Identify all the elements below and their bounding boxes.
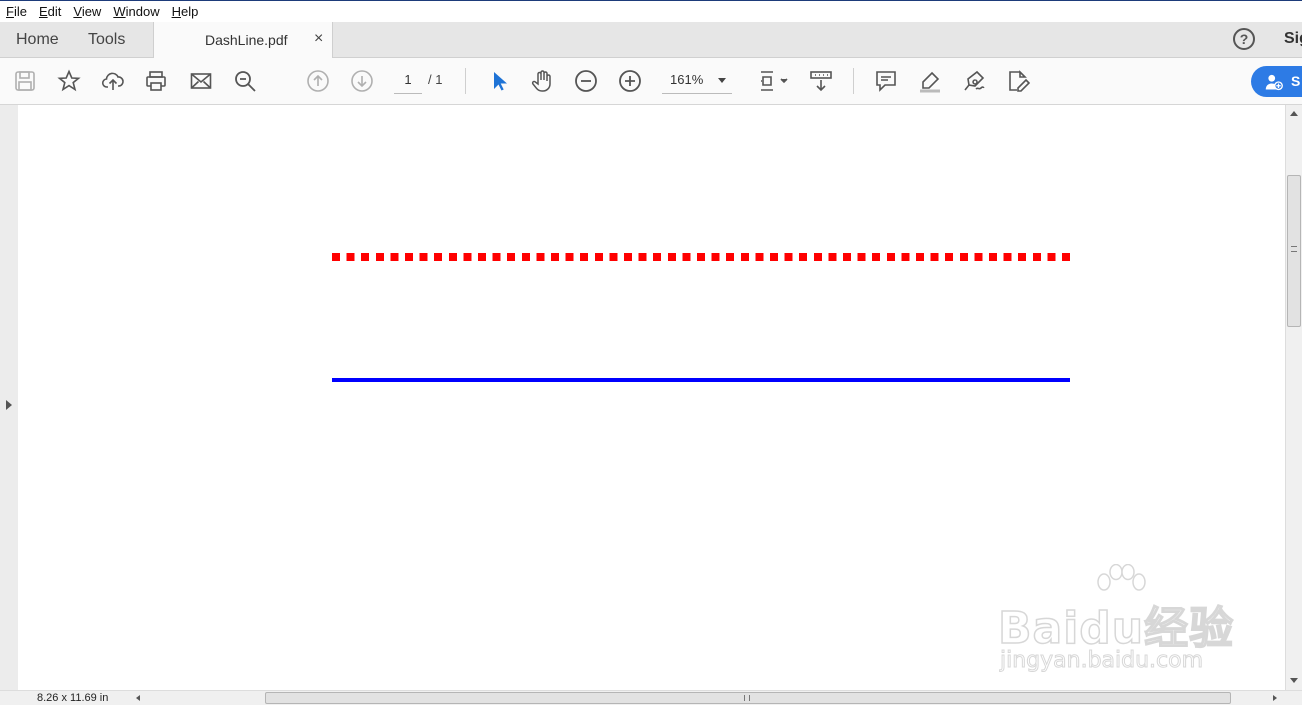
scroll-mode-icon[interactable] xyxy=(808,68,834,94)
next-page-icon[interactable] xyxy=(349,68,375,94)
close-tab-icon[interactable]: × xyxy=(314,30,323,48)
menu-view[interactable]: View xyxy=(67,2,107,22)
menu-bar: File Edit View Window Help xyxy=(0,0,1302,22)
sign-in-link[interactable]: Sig xyxy=(1284,30,1302,48)
scroll-left-icon[interactable] xyxy=(136,695,140,701)
expand-arrow-icon[interactable] xyxy=(6,400,12,410)
left-panel-toggle[interactable] xyxy=(0,105,18,690)
vertical-scrollbar[interactable] xyxy=(1285,105,1302,690)
horizontal-scroll-thumb[interactable] xyxy=(265,692,1231,704)
page-size-label: 8.26 x 11.69 in xyxy=(37,692,109,704)
sign-pen-icon[interactable] xyxy=(961,68,987,94)
toolbar-divider xyxy=(853,68,854,94)
page-fit-icon[interactable] xyxy=(756,68,790,94)
scroll-up-icon[interactable] xyxy=(1290,111,1298,116)
red-dashed-line xyxy=(332,253,1070,261)
save-icon[interactable] xyxy=(12,68,38,94)
select-cursor-icon[interactable] xyxy=(486,68,512,94)
tab-tools[interactable]: Tools xyxy=(88,31,125,49)
page-number-input[interactable]: 1 xyxy=(394,68,422,94)
menu-window[interactable]: Window xyxy=(107,2,165,22)
help-icon[interactable]: ? xyxy=(1233,28,1255,50)
star-icon[interactable] xyxy=(56,68,82,94)
previous-page-icon[interactable] xyxy=(305,68,331,94)
chevron-down-icon xyxy=(718,78,726,83)
toolbar-divider xyxy=(465,68,466,94)
zoom-in-icon[interactable] xyxy=(617,68,643,94)
menu-edit[interactable]: Edit xyxy=(33,2,67,22)
zoom-out-icon[interactable] xyxy=(573,68,599,94)
grip-icon xyxy=(744,695,750,701)
zoom-value: 161% xyxy=(670,72,704,87)
print-icon[interactable] xyxy=(143,68,169,94)
page-total: / 1 xyxy=(428,72,443,87)
menu-help[interactable]: Help xyxy=(166,2,205,22)
comment-icon[interactable] xyxy=(873,68,899,94)
hand-tool-icon[interactable] xyxy=(529,68,555,94)
watermark-url: jingyan.baidu.com xyxy=(999,648,1204,674)
upload-cloud-icon[interactable] xyxy=(100,68,126,94)
email-icon[interactable] xyxy=(188,68,214,94)
document-tab-label: DashLine.pdf xyxy=(205,32,288,48)
grip-icon xyxy=(1291,246,1297,252)
edit-pdf-icon[interactable] xyxy=(1005,68,1031,94)
status-bar: 8.26 x 11.69 in xyxy=(0,690,1302,705)
share-button[interactable]: S xyxy=(1251,66,1302,97)
menu-file[interactable]: File xyxy=(0,2,33,22)
tab-bar: Home Tools DashLine.pdf × ? Sig xyxy=(0,22,1302,58)
watermark-text: Baidu经验 xyxy=(997,602,1235,655)
tab-document[interactable]: DashLine.pdf × xyxy=(153,22,333,58)
scroll-right-icon[interactable] xyxy=(1273,695,1277,701)
zoom-select[interactable]: 161% xyxy=(662,68,732,94)
tab-home[interactable]: Home xyxy=(16,31,59,49)
share-button-label: S xyxy=(1291,73,1301,89)
highlight-icon[interactable] xyxy=(917,68,943,94)
scroll-down-icon[interactable] xyxy=(1290,678,1298,683)
toolbar: 1 / 1 161% S xyxy=(0,58,1302,105)
add-person-icon xyxy=(1265,74,1283,91)
watermark: Baidu经验 jingyan.baidu.com xyxy=(997,560,1238,675)
vertical-scroll-thumb[interactable] xyxy=(1287,175,1301,327)
search-icon[interactable] xyxy=(232,68,258,94)
blue-solid-line xyxy=(332,378,1070,382)
